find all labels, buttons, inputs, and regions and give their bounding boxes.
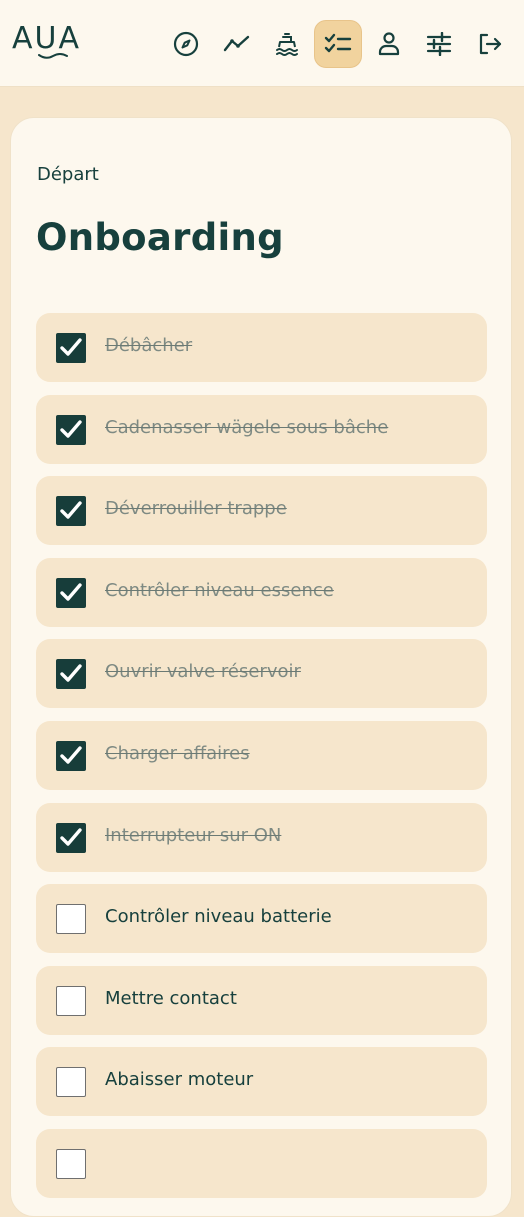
checkbox-checked[interactable] [56, 578, 86, 608]
user-icon [378, 32, 400, 56]
sliders-icon [426, 32, 452, 56]
logo-text: AUA [12, 21, 82, 56]
checklist-item-label: Cadenasser wägele sous bâche [105, 417, 389, 438]
checklist-item[interactable]: Déverrouiller trappe [36, 476, 487, 545]
checklist-item-label: Interrupteur sur ON [105, 825, 282, 846]
checkbox-checked[interactable] [56, 741, 86, 771]
nav-checklist-button[interactable] [314, 20, 362, 68]
checklist-item[interactable]: Abaisser moteur [36, 1047, 487, 1116]
checkbox-checked[interactable] [56, 823, 86, 853]
checklist-item-label: Contrôler niveau essence [105, 580, 334, 601]
checklist-item[interactable]: Mettre contact [36, 966, 487, 1035]
checklist-item[interactable]: Charger affaires [36, 721, 487, 790]
boat-icon [276, 33, 298, 56]
breadcrumb[interactable]: Départ [37, 164, 99, 185]
aua-logo[interactable]: AUA [12, 24, 90, 64]
top-navigation-bar: AUA [0, 0, 524, 87]
page-title: Onboarding [36, 216, 284, 259]
checkmark-icon [60, 664, 82, 682]
checklist-item[interactable]: Contrôler niveau batterie [36, 884, 487, 953]
logout-icon [479, 33, 502, 55]
checkbox-checked[interactable] [56, 659, 86, 689]
checkmark-icon [60, 420, 82, 438]
checkmark-icon [60, 583, 82, 601]
checklist-item[interactable]: Interrupteur sur ON [36, 803, 487, 872]
checkmark-icon [60, 501, 82, 519]
trend-line-icon [223, 35, 250, 52]
nav-boat-button[interactable] [263, 20, 311, 68]
checklist-icon [324, 33, 352, 53]
nav-logout-button[interactable] [466, 20, 514, 68]
checkbox-checked[interactable] [56, 496, 86, 526]
checklist-item[interactable] [36, 1129, 487, 1198]
nav-explore-button[interactable] [162, 20, 210, 68]
nav-settings-button[interactable] [415, 20, 463, 68]
checkmark-icon [60, 828, 82, 846]
wave-icon [38, 53, 68, 59]
nav-stats-button[interactable] [213, 20, 261, 68]
checklist-item-label: Ouvrir valve réservoir [105, 661, 301, 682]
checklist-item[interactable]: Cadenasser wägele sous bâche [36, 395, 487, 464]
checkmark-icon [60, 746, 82, 764]
checklist-item-label: Abaisser moteur [105, 1069, 254, 1090]
checkmark-icon [60, 338, 82, 356]
checkbox-checked[interactable] [56, 415, 86, 445]
checklist-item[interactable]: Débâcher [36, 313, 487, 382]
checklist-item-label: Déverrouiller trappe [105, 498, 287, 519]
checklist-item-label: Charger affaires [105, 743, 250, 764]
compass-icon [173, 31, 199, 57]
checkbox-unchecked[interactable] [56, 904, 86, 934]
checkbox-checked[interactable] [56, 333, 86, 363]
checkbox-unchecked[interactable] [56, 1067, 86, 1097]
nav-profile-button[interactable] [365, 20, 413, 68]
checklist-item[interactable]: Ouvrir valve réservoir [36, 639, 487, 708]
checkbox-unchecked[interactable] [56, 986, 86, 1016]
checkbox-unchecked[interactable] [56, 1149, 86, 1179]
checklist-item-label: Mettre contact [105, 988, 237, 1009]
checklist-item-label: Débâcher [105, 335, 193, 356]
checklist-card: Départ Onboarding Débâcher Cadenasser wäg… [10, 117, 512, 1217]
checklist-item[interactable]: Contrôler niveau essence [36, 558, 487, 627]
checklist-item-label: Contrôler niveau batterie [105, 906, 332, 927]
